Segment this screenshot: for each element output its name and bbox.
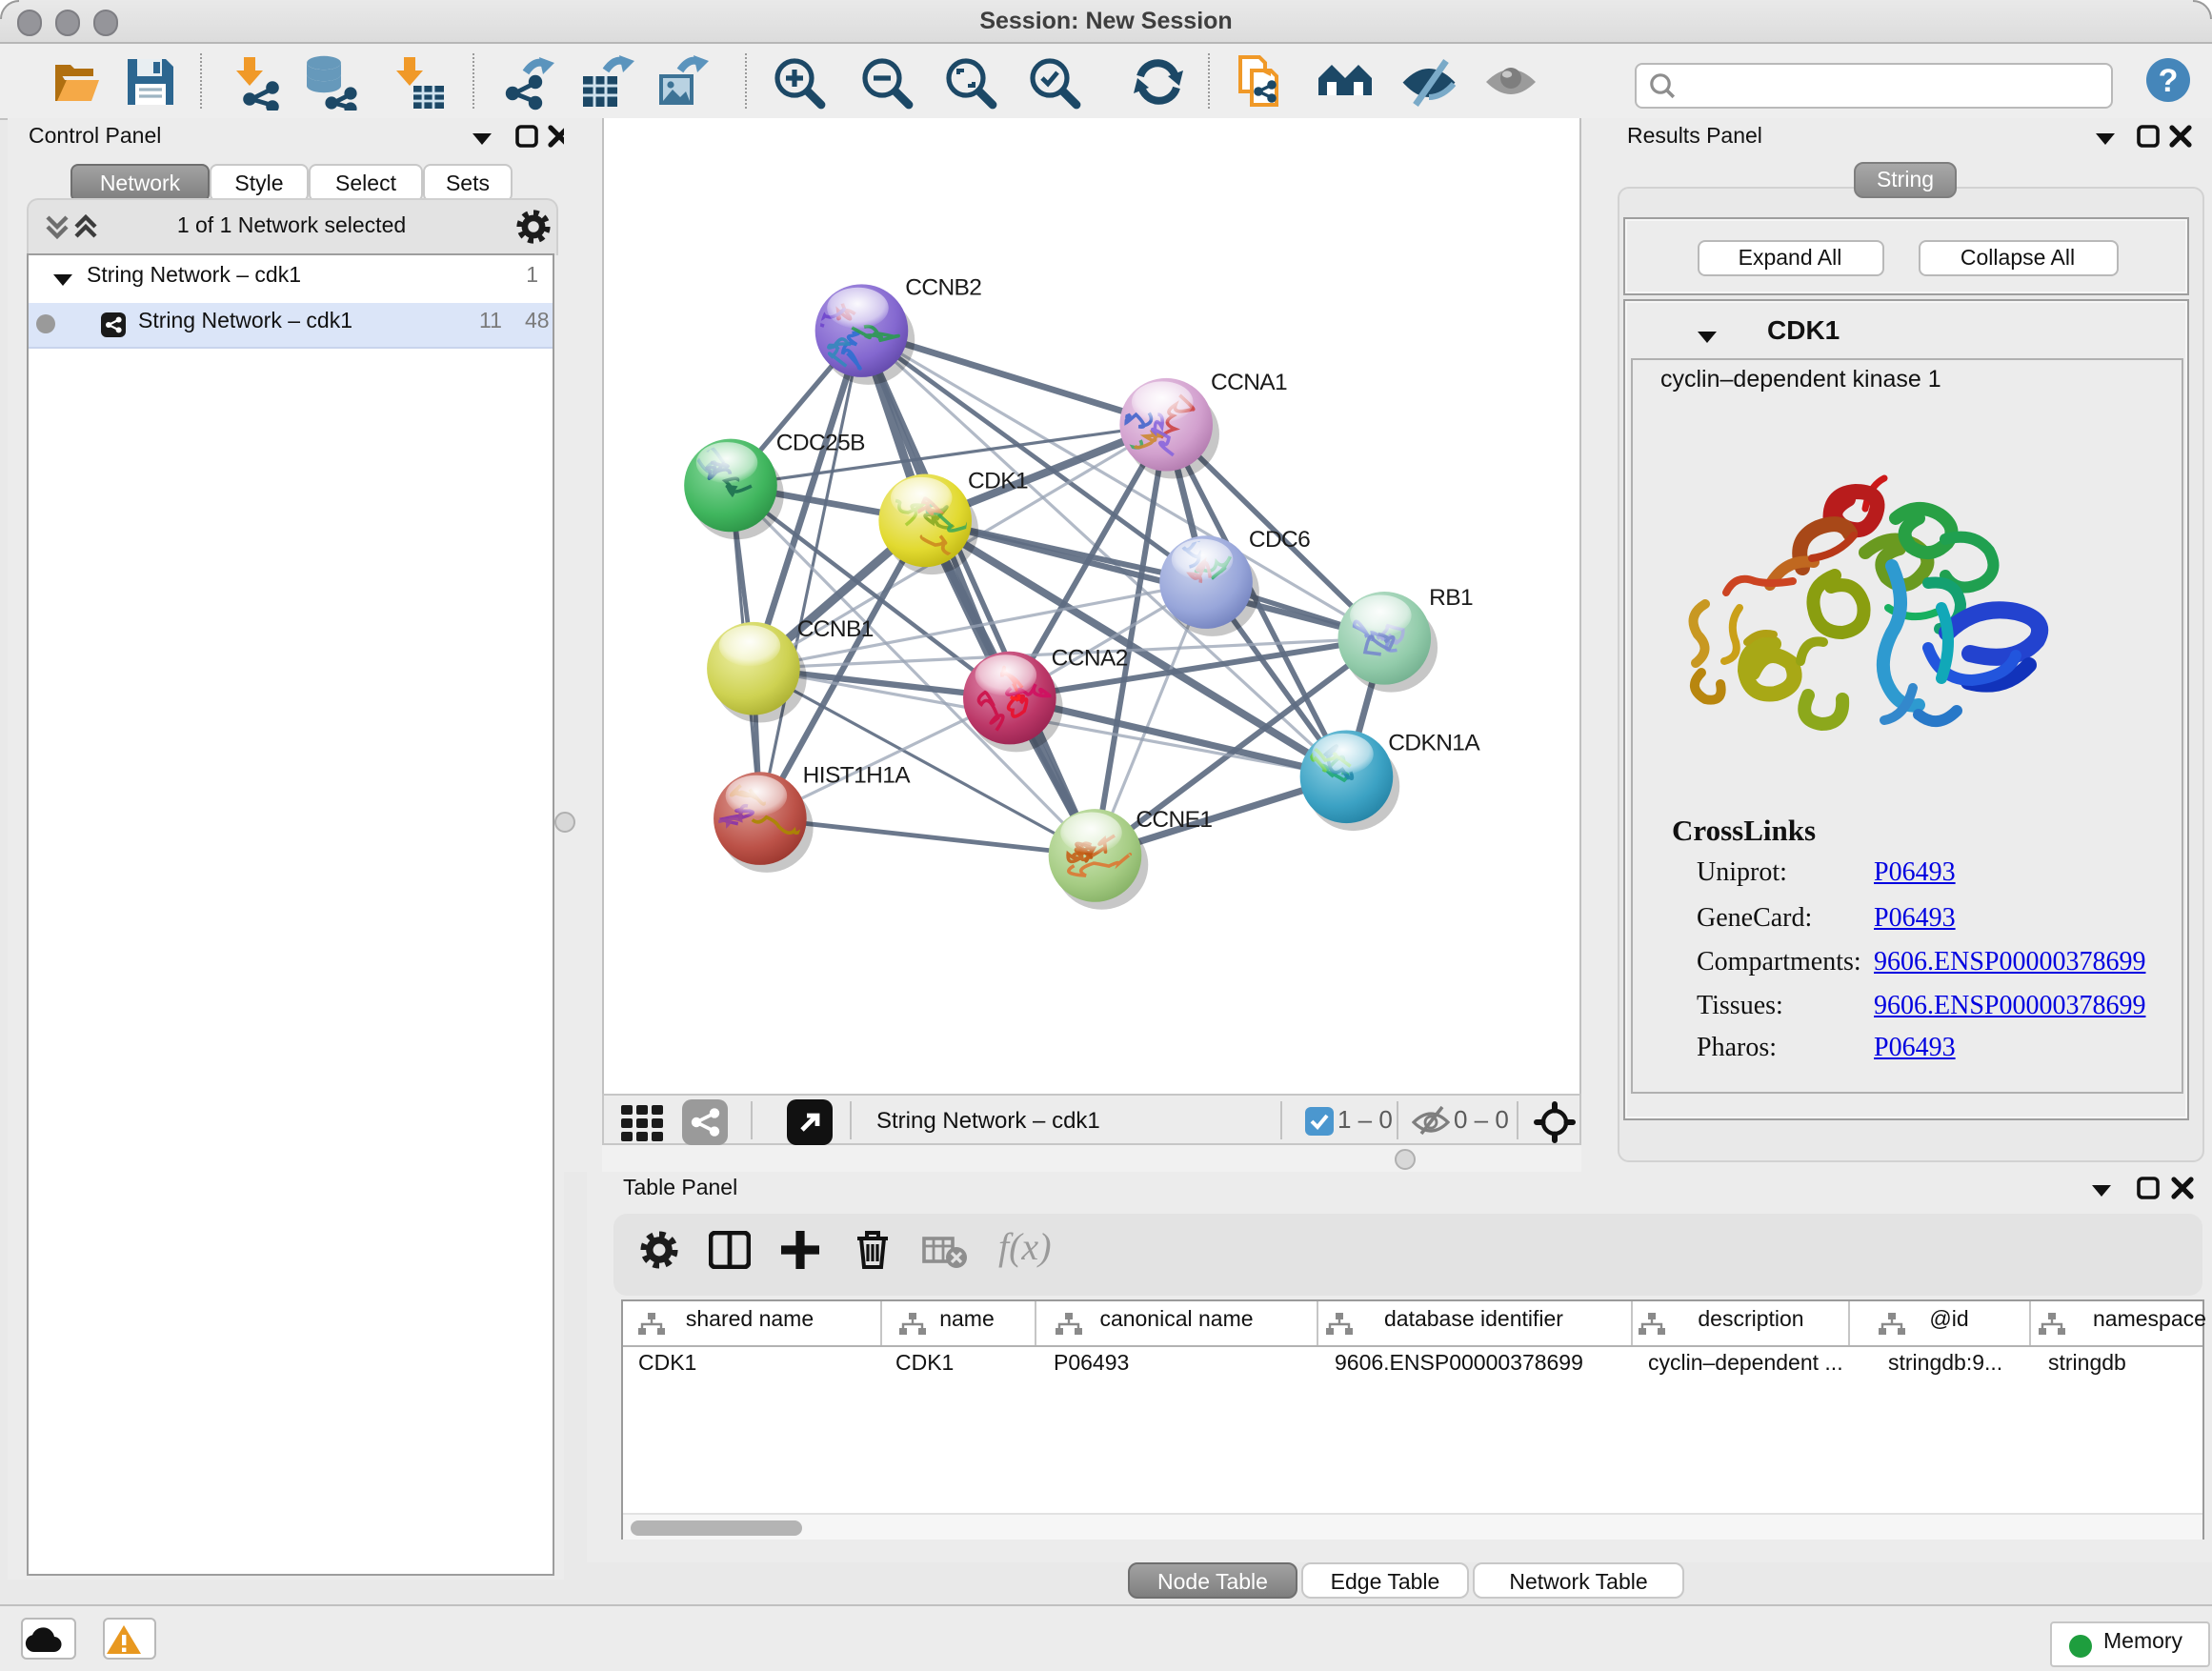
svg-text:RB1: RB1 xyxy=(1429,585,1473,611)
svg-text:HIST1H1A: HIST1H1A xyxy=(803,762,912,788)
svg-text:CCNB1: CCNB1 xyxy=(797,616,874,642)
svg-text:CCNA2: CCNA2 xyxy=(1052,646,1128,672)
svg-text:CDKN1A: CDKN1A xyxy=(1388,730,1480,755)
svg-text:?: ? xyxy=(2159,63,2179,99)
svg-text:CDK1: CDK1 xyxy=(968,468,1028,493)
svg-text:CDC6: CDC6 xyxy=(1249,527,1310,553)
svg-text:CCNE1: CCNE1 xyxy=(1136,807,1212,833)
svg-text:CCNA1: CCNA1 xyxy=(1211,370,1287,395)
svg-text:CDC25B: CDC25B xyxy=(776,431,865,456)
svg-text:CCNB2: CCNB2 xyxy=(905,274,981,300)
